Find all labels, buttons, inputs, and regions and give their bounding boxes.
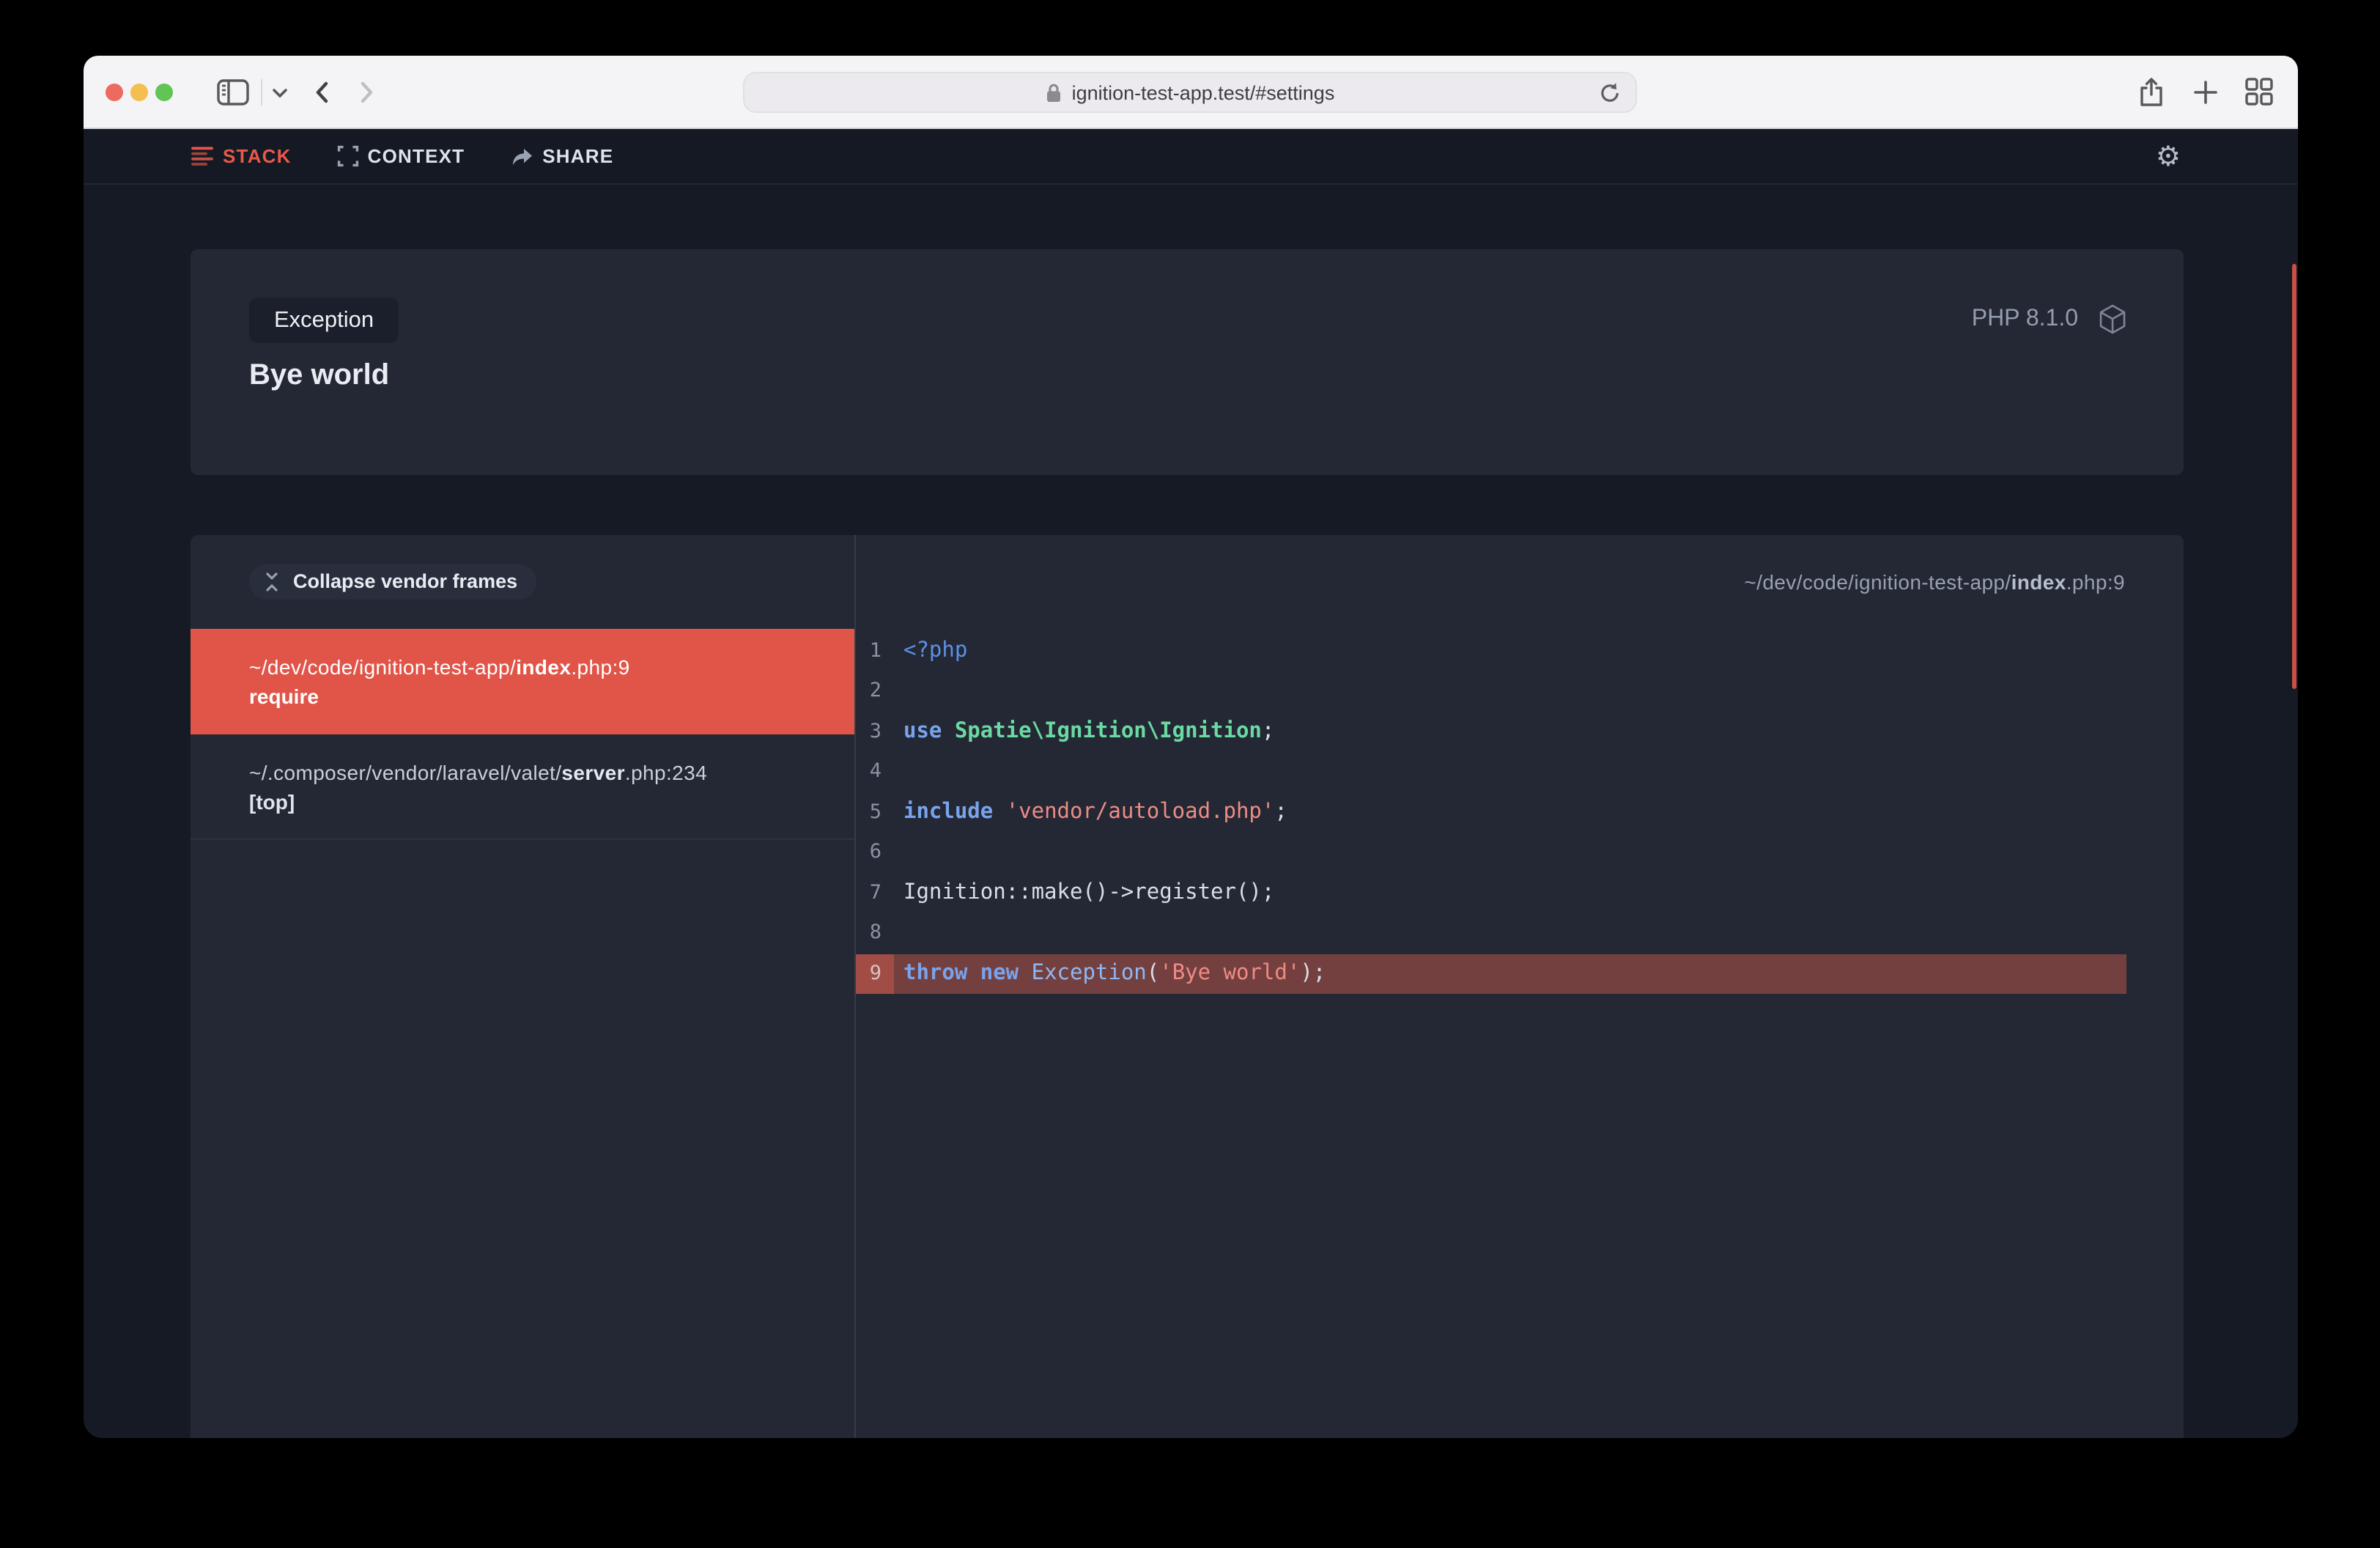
desktop: ignition-test-app.test/#settings bbox=[0, 0, 2380, 1548]
chevron-down-icon[interactable] bbox=[271, 83, 289, 100]
stack-trace-card: Collapse vendor frames ~/dev/code/igniti… bbox=[191, 534, 2184, 1438]
collapse-vendor-frames-label: Collapse vendor frames bbox=[293, 570, 517, 592]
code-text: <?php bbox=[893, 640, 967, 663]
stack-lines-icon bbox=[191, 145, 214, 167]
traffic-lights bbox=[106, 83, 173, 100]
tab-overview-icon[interactable] bbox=[2245, 78, 2273, 106]
share-arrow-icon bbox=[510, 146, 533, 166]
line-number: 2 bbox=[856, 671, 893, 712]
collapse-vertical-icon bbox=[262, 571, 281, 591]
browser-toolbar: ignition-test-app.test/#settings bbox=[84, 56, 2298, 129]
toolbar-divider bbox=[261, 78, 262, 105]
line-number: 9 bbox=[856, 954, 893, 994]
line-number: 7 bbox=[856, 873, 893, 913]
back-icon[interactable] bbox=[312, 80, 333, 103]
code-line: 8 bbox=[856, 913, 2126, 954]
frame-method: [top] bbox=[249, 786, 810, 816]
minimize-window-button[interactable] bbox=[130, 83, 148, 100]
url-text: ignition-test-app.test/#settings bbox=[1072, 81, 1335, 103]
frames-pane: Collapse vendor frames ~/dev/code/igniti… bbox=[191, 534, 854, 1438]
code-line: 2 bbox=[856, 671, 2126, 712]
sidebar-icon[interactable] bbox=[217, 78, 249, 105]
code-text: throw new Exception('Bye world'); bbox=[893, 962, 1326, 986]
share-icon[interactable] bbox=[2137, 75, 2166, 108]
laravel-logo-icon bbox=[2097, 303, 2128, 336]
code-line: 7Ignition::make()->register(); bbox=[856, 873, 2126, 913]
collapse-vendor-frames-button[interactable]: Collapse vendor frames bbox=[249, 564, 536, 599]
tab-stack[interactable]: STACK bbox=[191, 145, 292, 167]
line-number: 1 bbox=[856, 631, 893, 671]
frame-path: ~/dev/code/ignition-test-app/index.php:9 bbox=[249, 652, 810, 681]
line-number: 8 bbox=[856, 913, 893, 954]
code-pane: ~/dev/code/ignition-test-app/index.php:9… bbox=[854, 534, 2184, 1438]
url-bar[interactable]: ignition-test-app.test/#settings bbox=[743, 72, 1637, 113]
open-file-path: ~/dev/code/ignition-test-app/index.php:9 bbox=[856, 534, 2184, 628]
reload-icon[interactable] bbox=[1597, 81, 1622, 106]
zoom-window-button[interactable] bbox=[155, 83, 173, 100]
line-number: 6 bbox=[856, 833, 893, 873]
tab-share[interactable]: SHARE bbox=[510, 145, 613, 167]
code-line-highlighted: 9throw new Exception('Bye world'); bbox=[856, 954, 2126, 994]
php-version: PHP 8.1.0 bbox=[1972, 306, 2078, 333]
frames-list: ~/dev/code/ignition-test-app/index.php:9… bbox=[191, 628, 854, 839]
ignition-page: Exception PHP 8.1.0 Bye world bbox=[84, 186, 2298, 1438]
code-line: 3use Spatie\Ignition\Ignition; bbox=[856, 712, 2126, 752]
new-tab-icon[interactable] bbox=[2192, 78, 2219, 105]
lock-icon bbox=[1046, 81, 1063, 103]
code-line: 6 bbox=[856, 833, 2126, 873]
close-window-button[interactable] bbox=[106, 83, 123, 100]
tab-context[interactable]: CONTEXT bbox=[337, 145, 465, 167]
code-snippet: 1<?php23use Spatie\Ignition\Ignition;45i… bbox=[856, 631, 2126, 994]
error-message: Bye world bbox=[249, 358, 2125, 392]
stack-frame-active[interactable]: ~/dev/code/ignition-test-app/index.php:9… bbox=[191, 628, 854, 734]
code-text: include 'vendor/autoload.php'; bbox=[893, 801, 1287, 825]
browser-window: ignition-test-app.test/#settings bbox=[84, 56, 2298, 1438]
exception-class-badge: Exception bbox=[249, 297, 399, 342]
tab-stack-label: STACK bbox=[223, 145, 292, 167]
code-line: 1<?php bbox=[856, 631, 2126, 671]
forward-icon[interactable] bbox=[356, 80, 377, 103]
error-card: Exception PHP 8.1.0 Bye world bbox=[191, 248, 2184, 474]
code-line: 5include 'vendor/autoload.php'; bbox=[856, 792, 2126, 833]
scrollbar-thumb[interactable] bbox=[2291, 264, 2296, 689]
frame-path: ~/.composer/vendor/laravel/valet/server.… bbox=[249, 757, 810, 786]
line-number: 5 bbox=[856, 792, 893, 833]
line-number: 3 bbox=[856, 712, 893, 752]
code-line: 4 bbox=[856, 752, 2126, 792]
code-text: Ignition::make()->register(); bbox=[893, 882, 1274, 905]
ignition-nav: STACK CONTEXT bbox=[84, 129, 2298, 185]
line-number: 4 bbox=[856, 752, 893, 792]
tab-share-label: SHARE bbox=[542, 145, 613, 167]
code-text: use Spatie\Ignition\Ignition; bbox=[893, 720, 1274, 744]
gear-icon[interactable]: ⚙ bbox=[2156, 141, 2181, 173]
context-brackets-icon bbox=[337, 145, 359, 167]
stack-frame[interactable]: ~/.composer/vendor/laravel/valet/server.… bbox=[191, 734, 854, 839]
tab-context-label: CONTEXT bbox=[368, 145, 465, 167]
frame-method: require bbox=[249, 681, 810, 710]
